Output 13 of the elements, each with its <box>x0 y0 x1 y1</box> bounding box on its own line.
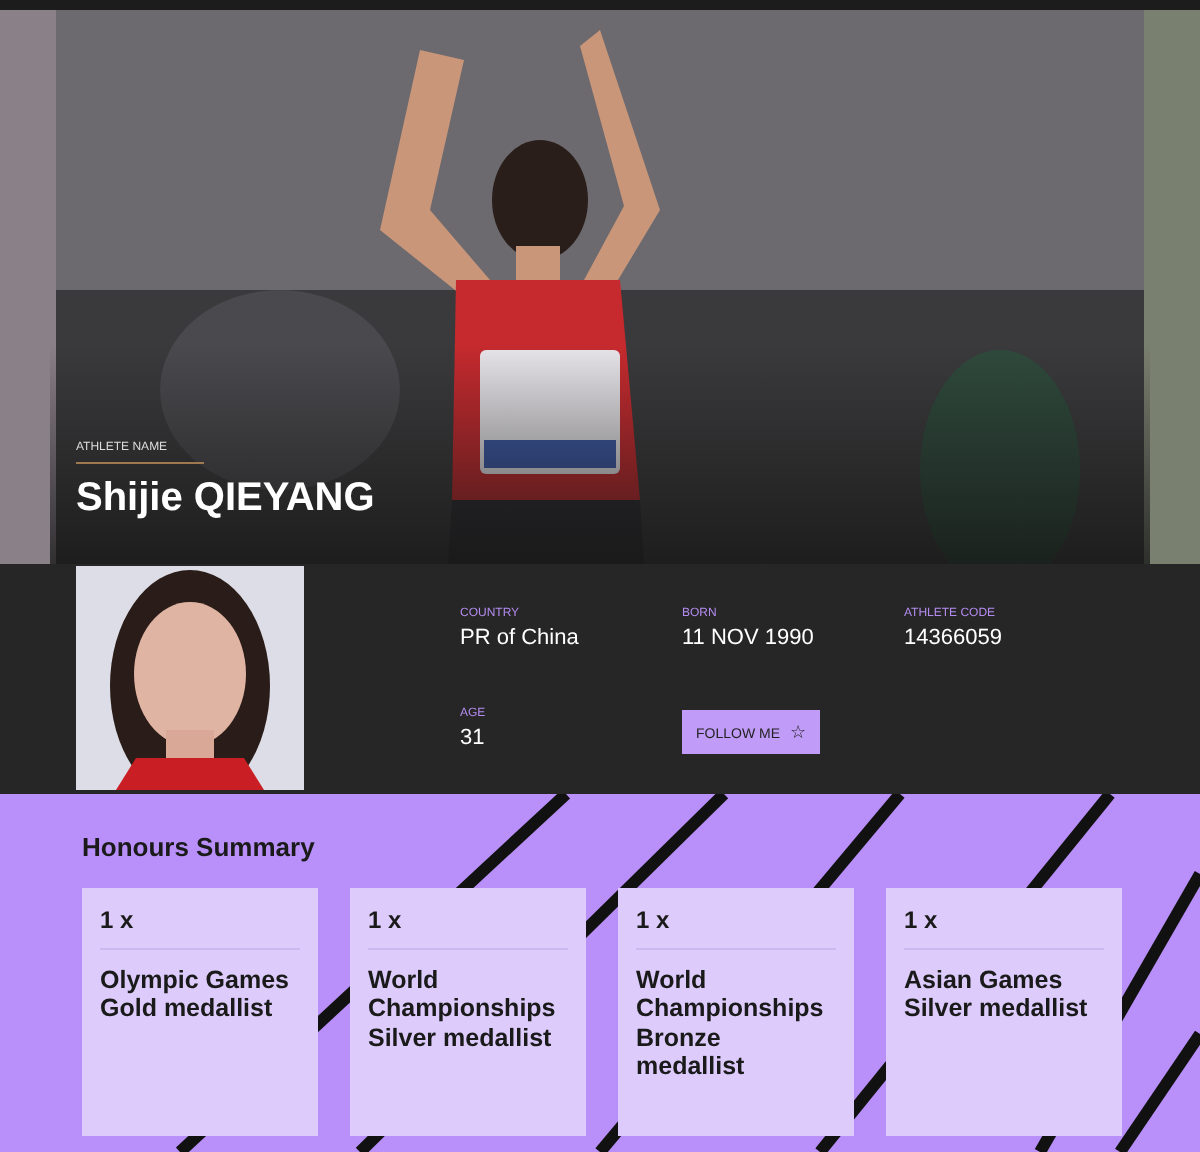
honour-title: World Championships Silver medallist <box>368 966 558 1053</box>
field-value: 31 <box>460 726 485 750</box>
honour-title: World Championships Bronze medallist <box>636 966 826 1081</box>
honour-count: 1 x <box>100 906 300 950</box>
honour-count: 1 x <box>636 906 836 950</box>
honour-title: Asian Games Silver medallist <box>904 966 1090 1024</box>
honour-count: 1 x <box>368 906 568 950</box>
section-title: Honours Summary <box>82 832 315 862</box>
honour-count: 1 x <box>904 906 1104 950</box>
honour-title: Olympic Games Gold medallist <box>100 966 291 1024</box>
field-value: 11 NOV 1990 <box>682 626 814 650</box>
field-value: 14366059 <box>904 626 1002 650</box>
field-value: PR of China <box>460 626 579 650</box>
